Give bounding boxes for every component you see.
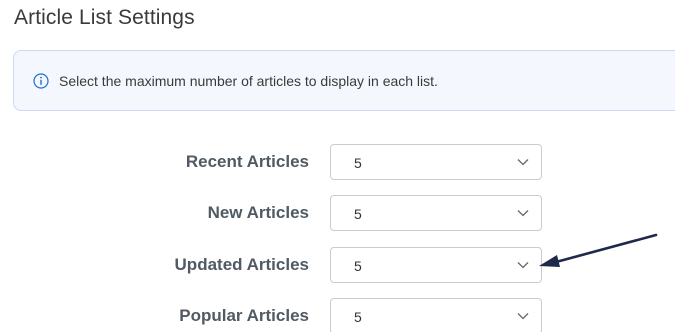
chevron-down-icon: [517, 159, 529, 166]
info-circle-icon: [33, 72, 49, 89]
annotation-arrow-icon: [539, 233, 658, 267]
recent-articles-row: Recent Articles 5: [0, 144, 560, 180]
chevron-down-icon: [517, 262, 529, 269]
new-articles-select[interactable]: 5: [330, 195, 542, 231]
info-banner: Select the maximum number of articles to…: [13, 50, 675, 111]
new-articles-label: New Articles: [207, 203, 309, 222]
updated-articles-label: Updated Articles: [174, 255, 309, 274]
recent-articles-select[interactable]: 5: [330, 144, 542, 180]
page-title: Article List Settings: [14, 6, 195, 29]
updated-articles-value: 5: [354, 258, 362, 274]
updated-articles-select[interactable]: 5: [330, 247, 542, 283]
popular-articles-select[interactable]: 5: [330, 298, 542, 332]
popular-articles-label: Popular Articles: [179, 306, 309, 325]
recent-articles-value: 5: [354, 155, 362, 171]
chevron-down-icon: [517, 313, 529, 320]
popular-articles-value: 5: [354, 309, 362, 325]
new-articles-value: 5: [354, 206, 362, 222]
info-message: Select the maximum number of articles to…: [59, 72, 438, 89]
recent-articles-label: Recent Articles: [185, 152, 309, 171]
chevron-down-icon: [517, 210, 529, 217]
updated-articles-row: Updated Articles 5: [0, 247, 560, 283]
popular-articles-row: Popular Articles 5: [0, 298, 560, 332]
new-articles-row: New Articles 5: [0, 195, 560, 231]
